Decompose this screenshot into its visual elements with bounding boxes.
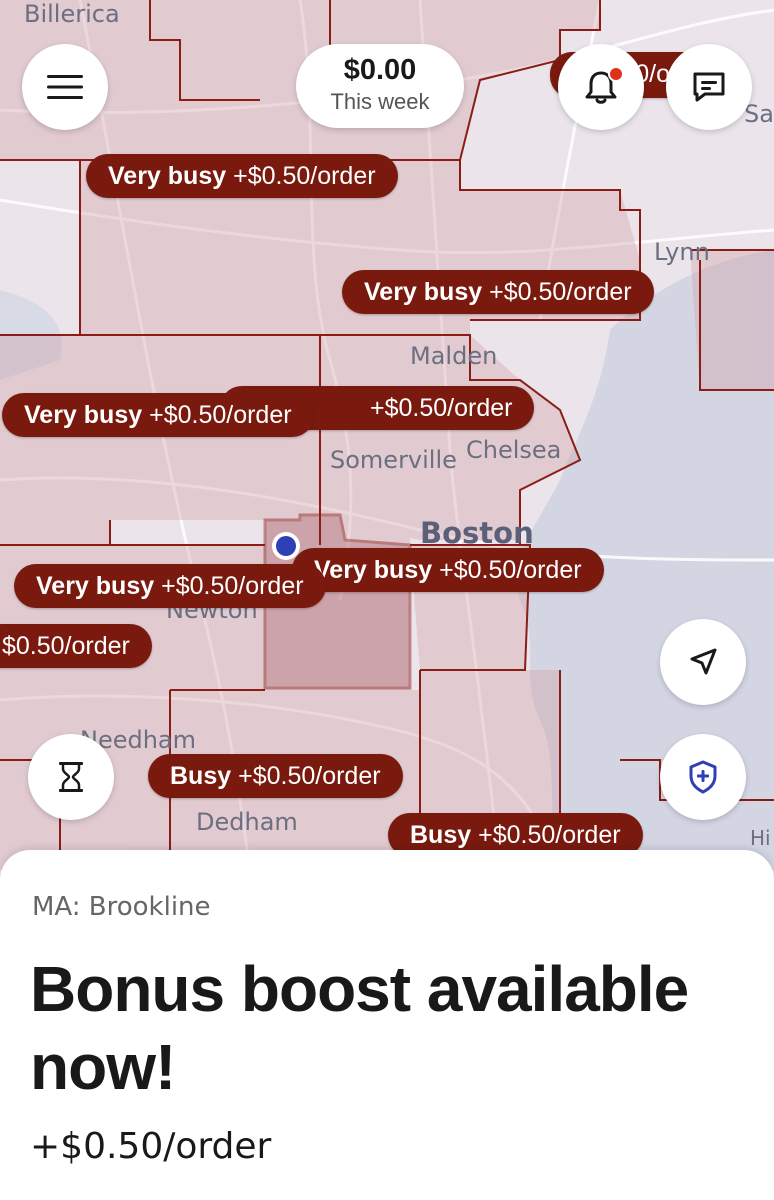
zone-location: MA: Brookline [32,892,211,922]
hourglass-icon [59,762,83,792]
zone-pill[interactable]: Very busy +$0.50/order [86,154,398,198]
hamburger-menu-icon [47,75,83,99]
notifications-button[interactable] [558,44,644,130]
shield-plus-icon [689,760,717,794]
place-label: Chelsea [466,436,562,464]
zone-details-sheet[interactable]: MA: Brookline Bonus boost available now!… [0,850,774,1200]
place-label: Lynn [654,238,710,266]
zone-pill[interactable]: Very busy +$0.50/order [14,564,326,608]
timer-button[interactable] [28,734,114,820]
zone-pill[interactable]: Busy +$0.50/order [148,754,403,798]
chat-icon [693,72,725,102]
bonus-headline: Bonus boost available now! [30,953,689,1103]
menu-button[interactable] [22,44,108,130]
navigation-arrow-icon [690,648,717,675]
zone-pill[interactable]: $0.50/order [0,624,152,668]
earnings-period: This week [330,89,430,114]
notification-dot [608,66,624,82]
earnings-amount: $0.00 [343,54,417,86]
place-label: Dedham [196,808,298,836]
zone-pill[interactable]: Very busy +$0.50/order [2,393,314,437]
zone-pill[interactable]: Very busy +$0.50/order [292,548,604,592]
bonus-amount: +$0.50/order [30,1126,272,1167]
place-label: Malden [410,342,498,370]
recenter-button[interactable] [660,619,746,705]
messages-button[interactable] [666,44,752,130]
safety-button[interactable] [660,734,746,820]
earnings-summary[interactable]: $0.00 This week [296,44,464,128]
map-view[interactable]: Billerica Lynn Malden Somerville Chelsea… [0,0,774,870]
place-label: Somerville [330,446,457,474]
place-label: Hi [750,826,771,850]
place-label: Sa [744,100,774,128]
zone-pill[interactable]: Very busy +$0.50/order [342,270,654,314]
place-label: Boston [420,516,534,550]
place-label: Billerica [24,0,120,28]
